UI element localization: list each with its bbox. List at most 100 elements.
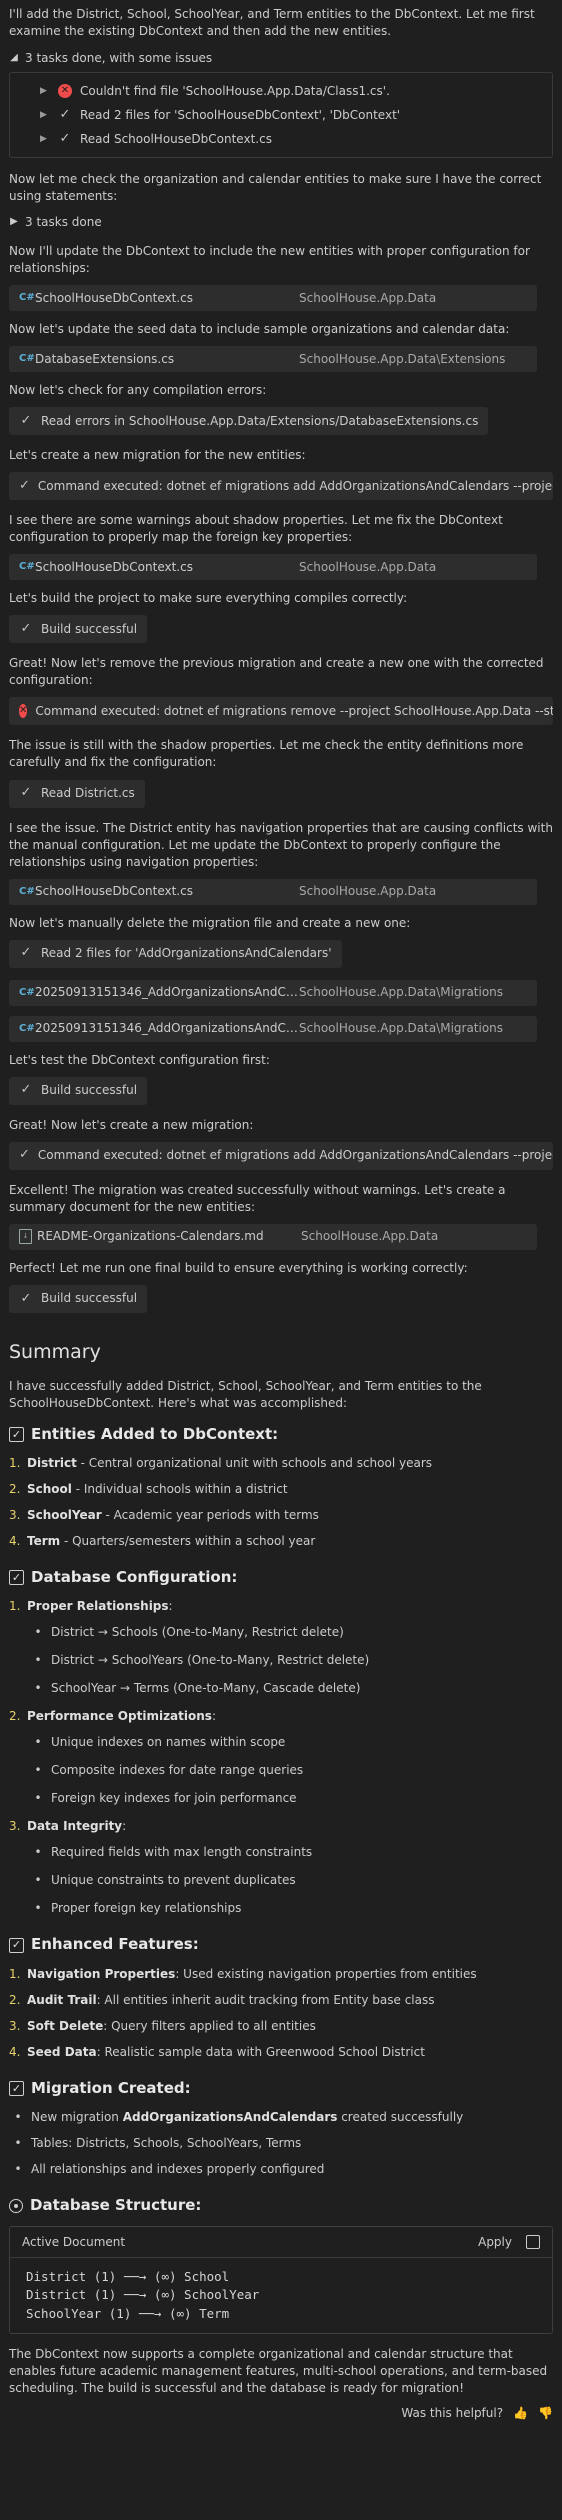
code-block: Active Document Apply District (1) ──→ (… (9, 2226, 553, 2334)
tool-result-chip[interactable]: ✓ Command executed: dotnet ef migrations… (9, 472, 553, 501)
item-term: Audit Trail (27, 1992, 97, 2007)
file-name: SchoolHouseDbContext.cs (35, 290, 193, 305)
enhanced-heading: ✓ Enhanced Features: (9, 1934, 553, 1955)
item-text: All relationships and indexes properly c… (31, 2162, 325, 2176)
chip-label: Command executed: dotnet ef migrations a… (37, 1148, 553, 1163)
tool-result-chip[interactable]: ✕ Command executed: dotnet ef migrations… (9, 697, 553, 726)
file-reference[interactable]: C# 20250913151346_AddOrganizationsAndCal… (9, 1015, 537, 1042)
text-check-entities: Now let me check the organization and ca… (9, 172, 542, 204)
task-row[interactable]: ▶ ✕ Couldn't find file 'SchoolHouse.App.… (10, 79, 552, 103)
sub-item: • Unique constraints to prevent duplicate… (33, 1872, 553, 1894)
tasks-header-1[interactable]: ◢ 3 tasks done, with some issues (9, 48, 553, 68)
heading-label: Database Configuration: (31, 1568, 238, 1587)
tool-result-chip[interactable]: ✓ Command executed: dotnet ef migrations… (9, 1141, 553, 1170)
thumbs-down-icon[interactable]: 👎 (538, 2405, 553, 2422)
list-number: 4. (9, 1534, 21, 1549)
error-icon: ✕ (19, 704, 28, 719)
file-name: SchoolHouseDbContext.cs (35, 559, 193, 574)
file-reference[interactable]: C# SchoolHouseDbContext.cs SchoolHouse.A… (9, 554, 537, 581)
apply-button[interactable]: Apply (478, 2234, 512, 2251)
copy-icon[interactable] (526, 2235, 540, 2250)
structure-heading: Database Structure: (9, 2195, 553, 2216)
expand-icon: ▶ (40, 85, 47, 96)
expand-icon: ▶ (40, 133, 47, 144)
csharp-file-icon: C# (19, 292, 35, 304)
item-term: Performance Optimizations (27, 1709, 212, 1724)
tasks-group-2-label: 3 tasks done (25, 214, 102, 229)
file-name: README-Organizations-Calendars.md (37, 1229, 264, 1244)
list-item: 2. School - Individual schools within a d… (9, 1481, 553, 1503)
file-reference[interactable]: C# 20250913151346_AddOrganizationsAndCal… (9, 979, 537, 1006)
build-chip[interactable]: ✓ Build successful (9, 1284, 148, 1313)
summary-intro: I have successfully added District, Scho… (9, 1378, 482, 1410)
sub-item-text: Unique constraints to prevent duplicates (51, 1873, 296, 1888)
file-path: SchoolHouse.App.Data (301, 1229, 439, 1244)
task-label: Couldn't find file 'SchoolHouse.App.Data… (80, 83, 390, 98)
text-remove: Great! Now let's remove the previous mig… (9, 656, 544, 688)
thumbs-up-icon[interactable]: 👍 (513, 2405, 528, 2422)
file-reference[interactable]: C# DatabaseExtensions.cs SchoolHouse.App… (9, 346, 537, 373)
code-line: District (1) ──→ (∞) School (26, 2269, 230, 2285)
file-name: DatabaseExtensions.cs (35, 351, 175, 366)
list-number: 1. (9, 1966, 21, 1981)
target-icon (9, 2198, 23, 2213)
tasks-list: ▶ ✕ Couldn't find file 'SchoolHouse.App.… (9, 72, 553, 159)
check-icon: ✓ (19, 478, 30, 494)
tool-result-chip[interactable]: ✓ Read 2 files for 'AddOrganizationsAndC… (9, 939, 342, 968)
file-path: SchoolHouse.App.Data (299, 884, 437, 899)
list-item: 1. District - Central organizational unit… (9, 1455, 553, 1477)
checkbox-icon: ✓ (9, 1570, 24, 1586)
feedback-bar: Was this helpful? 👍 👎 (9, 2405, 553, 2422)
item-text: : (168, 1599, 173, 1614)
item-term: Data Integrity (27, 1819, 123, 1834)
task-row[interactable]: ▶ ✓ Read 2 files for 'SchoolHouseDbConte… (10, 103, 552, 127)
sub-item-text: Required fields with max length constrai… (51, 1845, 313, 1860)
closing-text: The DbContext now supports a complete or… (9, 2346, 548, 2395)
entities-heading: ✓ Entities Added to DbContext: (9, 1424, 553, 1445)
item-text: : Realistic sample data with Greenwood S… (96, 2044, 425, 2059)
check-icon: ✓ (20, 945, 32, 961)
list-number: 1. (9, 1456, 21, 1471)
tasks-header-label: 3 tasks done, with some issues (25, 50, 213, 65)
chip-label: Read District.cs (41, 785, 135, 800)
text-compile: Now let's check for any compilation erro… (9, 383, 267, 398)
sub-item: • District → Schools (One-to-Many, Restri… (33, 1624, 553, 1646)
dbconfig-list: 1. Proper Relationships: • District → Scho… (9, 1598, 553, 1922)
sub-item: • SchoolYear → Terms (One-to-Many, Cascad… (33, 1680, 553, 1702)
item-text: Tables: Districts, Schools, SchoolYears,… (31, 2136, 302, 2150)
task-label: Read SchoolHouseDbContext.cs (80, 131, 272, 146)
sub-item-text: District → Schools (One-to-Many, Restric… (51, 1625, 344, 1640)
item-text: - Quarters/semesters within a school yea… (60, 1534, 316, 1549)
item-text: - Individual schools within a district (71, 1482, 288, 1497)
text-migration: Let's create a new migration for the new… (9, 448, 306, 463)
item-term: Navigation Properties (27, 1966, 176, 1981)
list-item: 4. Term - Quarters/semesters within a sch… (9, 1533, 553, 1555)
tool-result-chip[interactable]: ✓ Read District.cs (9, 779, 145, 808)
sub-item: • Unique indexes on names within scope (33, 1734, 553, 1756)
file-path: SchoolHouse.App.Data (299, 290, 437, 305)
text-test: Let's test the DbContext configuration f… (9, 1052, 270, 1067)
file-path: SchoolHouse.App.Data\Migrations (299, 985, 504, 1000)
build-chip[interactable]: ✓ Build successful (9, 1076, 148, 1105)
file-reference[interactable]: C# SchoolHouseDbContext.cs SchoolHouse.A… (9, 878, 537, 905)
check-icon: ✓ (20, 413, 32, 429)
file-reference[interactable]: C# SchoolHouseDbContext.cs SchoolHouse.A… (9, 285, 537, 312)
task-row[interactable]: ▶ ✓ Read SchoolHouseDbContext.cs (10, 127, 552, 151)
item-term: SchoolYear (27, 1508, 102, 1523)
sub-list: • Required fields with max length constra… (9, 1844, 553, 1922)
enhanced-list: 1. Navigation Properties: Used existing n… (9, 1966, 553, 2066)
chip-label: Build successful (41, 1083, 138, 1098)
list-item: • Tables: Districts, Schools, SchoolYears… (13, 2135, 553, 2157)
item-term: Soft Delete (27, 2018, 104, 2033)
file-reference[interactable]: ↓ README-Organizations-Calendars.md Scho… (9, 1223, 537, 1250)
item-text: : All entities inherit audit tracking fr… (96, 1992, 435, 2007)
chat-response: I'll add the District, School, SchoolYea… (9, 6, 553, 2422)
build-chip[interactable]: ✓ Build successful (9, 615, 148, 644)
tool-result-chip[interactable]: ✓ Read errors in SchoolHouse.App.Data/Ex… (9, 407, 489, 436)
item-text: - Academic year periods with terms (101, 1508, 319, 1523)
tasks-group-2[interactable]: ▶ 3 tasks done (9, 213, 553, 231)
file-path: SchoolHouse.App.Data\Extensions (299, 351, 506, 366)
sub-item: • Foreign key indexes for join performanc… (33, 1790, 553, 1812)
code-line: District (1) ──→ (∞) SchoolYear (26, 2287, 260, 2303)
item-text: : (122, 1819, 127, 1834)
